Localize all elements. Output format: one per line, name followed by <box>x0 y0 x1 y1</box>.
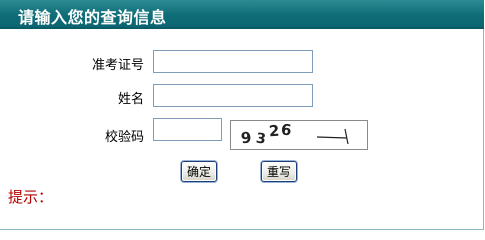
exam-id-input[interactable] <box>153 50 313 73</box>
reset-button[interactable]: 重写 <box>261 161 297 182</box>
panel-title: 请输入您的查询信息 <box>18 8 167 27</box>
name-label: 姓名 <box>117 92 144 107</box>
captcha-char: 2 <box>268 122 280 141</box>
hint-label: 提示： <box>8 188 54 206</box>
captcha-graphic: 9 3 2 6 <box>240 121 349 148</box>
captcha-char: 3 <box>255 131 267 148</box>
captcha-noise-line <box>316 136 348 139</box>
captcha-input[interactable] <box>153 118 222 141</box>
captcha-char: 6 <box>280 121 292 139</box>
exam-id-label: 准考证号 <box>91 58 144 73</box>
captcha-image[interactable]: 9 3 2 6 <box>230 120 368 150</box>
captcha-char: 9 <box>240 128 252 147</box>
name-input[interactable] <box>153 84 313 107</box>
confirm-button[interactable]: 确定 <box>181 161 217 182</box>
captcha-noise-line <box>344 128 349 145</box>
query-panel: 请输入您的查询信息 准考证号 姓名 校验码 9 3 2 6 确定 重写 提示： <box>0 0 484 230</box>
captcha-label: 校验码 <box>104 130 144 145</box>
